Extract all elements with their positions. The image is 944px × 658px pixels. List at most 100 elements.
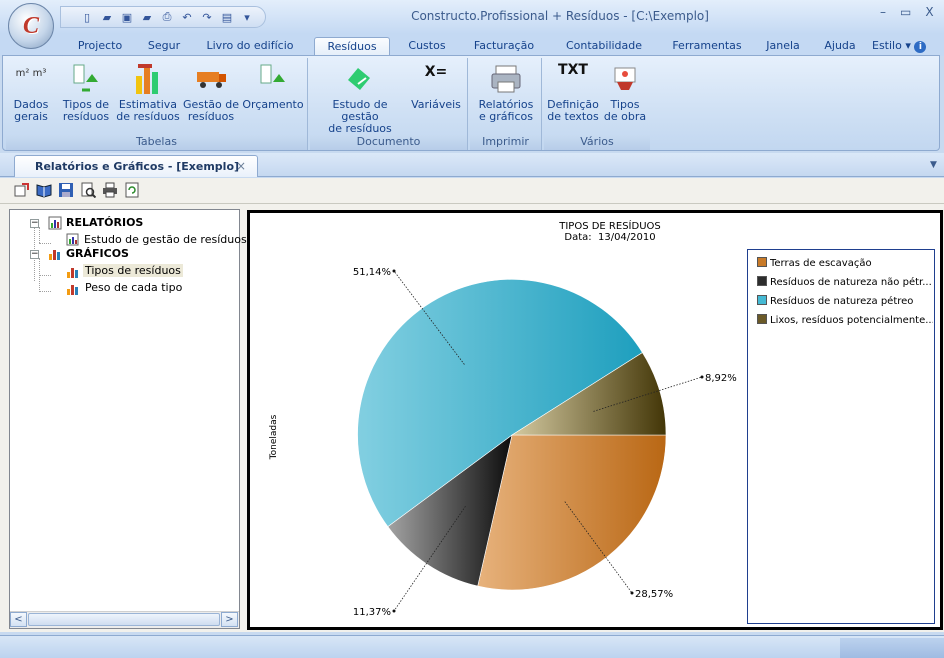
scroll-right-button[interactable]: > xyxy=(221,612,238,627)
scroll-thumb[interactable] xyxy=(28,613,220,626)
document-tab[interactable]: Relatórios e Gráficos - [Exemplo] xyxy=(14,155,258,177)
collapse-reports-icon[interactable]: − xyxy=(30,219,39,228)
tree-charts-node[interactable]: GRÁFICOS xyxy=(66,247,129,260)
definicao-de-textos-button[interactable]: TXT Definição de textos xyxy=(546,62,600,123)
tab-livro-do-edificio[interactable]: Livro do edifício xyxy=(200,37,300,56)
ribbon-group-tabelas: m² m³ Dados gerais Tipos de resíduos Estim… xyxy=(6,58,308,150)
pie-chart: 28,57% 11,37% 51,14% 8,92% xyxy=(353,267,737,618)
print-preview-icon[interactable] xyxy=(80,182,96,198)
close-tab-icon[interactable]: × xyxy=(236,159,246,173)
tree-chart-item-tipos[interactable]: Tipos de resíduos xyxy=(83,264,183,277)
legend-label: Resíduos de natureza pétreo xyxy=(770,296,914,307)
slice-lixos-label-dot xyxy=(700,375,704,379)
tree-chart-item-peso[interactable]: Peso de cada tipo xyxy=(85,281,182,294)
style-menu[interactable]: Estilo ▾ i xyxy=(872,37,936,56)
tipos-de-obra-label-2: de obra xyxy=(603,110,647,123)
refresh-icon[interactable] xyxy=(124,182,140,198)
tab-segur[interactable]: Segur xyxy=(140,37,188,56)
customize-toolbar-icon[interactable]: ▾ xyxy=(239,9,255,25)
scroll-left-button[interactable]: < xyxy=(10,612,27,627)
estudo-label-1: Estudo de gestão xyxy=(332,98,388,123)
undo-icon[interactable]: ↶ xyxy=(179,9,195,25)
tab-contabilidade[interactable]: Contabilidade xyxy=(554,37,654,56)
properties-icon[interactable] xyxy=(14,182,30,198)
variables-icon-label: X= xyxy=(424,64,448,80)
new-document-icon[interactable]: ▯ xyxy=(79,9,95,25)
tree-guide-line xyxy=(39,291,51,292)
group-label-tabelas: Tabelas xyxy=(6,135,307,150)
orcamento-button[interactable]: Orçamento xyxy=(242,62,304,111)
tree-reports-node[interactable]: RELATÓRIOS xyxy=(66,216,143,229)
variables-icon: X= xyxy=(418,62,454,96)
legend-swatch xyxy=(757,276,767,286)
status-bar-panel xyxy=(840,638,944,658)
tab-ferramentas[interactable]: Ferramentas xyxy=(664,37,750,56)
tipos-de-residuos-label-2: resíduos xyxy=(62,110,110,123)
close-button[interactable]: X xyxy=(925,5,933,19)
legend-item-terras: Terras de escavação xyxy=(757,257,933,269)
printer-icon xyxy=(491,65,521,93)
status-bar xyxy=(0,635,944,658)
definicao-label-2: de textos xyxy=(547,110,599,123)
dados-gerais-label-2: gerais xyxy=(14,110,48,123)
truck-icon xyxy=(197,72,226,88)
open-book-icon[interactable] xyxy=(36,182,52,198)
slice-terras-label-dot xyxy=(630,591,634,595)
text-definition-icon: TXT xyxy=(555,62,591,96)
report-document-icon xyxy=(66,233,79,246)
print-icon[interactable]: ⎙ xyxy=(159,9,175,25)
bar-chart-icon xyxy=(67,285,78,295)
orcamento-label: Orçamento xyxy=(242,98,304,111)
style-menu-label: Estilo xyxy=(872,39,902,52)
dados-gerais-button[interactable]: m² m³ Dados gerais xyxy=(6,62,56,123)
recycle-document-icon xyxy=(348,68,370,90)
minimize-button[interactable]: – xyxy=(880,5,886,19)
legend-label: Lixos, resíduos potencialmente... xyxy=(770,315,933,326)
estudo-de-gestao-button[interactable]: Estudo de gestão de resíduos xyxy=(314,62,406,135)
tab-ajuda[interactable]: Ajuda xyxy=(818,37,862,56)
tab-custos[interactable]: Custos xyxy=(398,37,456,56)
ribbon-group-varios: TXT Definição de textos Tipos de obra Vári… xyxy=(544,58,650,150)
window-controls: – ▭ X xyxy=(880,5,934,19)
slice-nao-petreo-label-dot xyxy=(392,609,396,613)
legend-item-nao-petreo: Resíduos de natureza não pétr... xyxy=(757,276,933,288)
ribbon-group-imprimir: Relatórios e gráficos Imprimir xyxy=(470,58,542,150)
save-icon[interactable] xyxy=(58,182,74,198)
folder-icon[interactable]: ▰ xyxy=(139,9,155,25)
construction-site-icon xyxy=(614,67,636,90)
tab-facturacao[interactable]: Facturação xyxy=(466,37,542,56)
help-icon[interactable]: i xyxy=(914,41,927,53)
slice-petreo-data-label: 51,14% xyxy=(353,267,391,278)
slice-petreo-label-dot xyxy=(392,269,396,273)
save-icon[interactable]: ▣ xyxy=(119,9,135,25)
relatorios-e-graficos-button[interactable]: Relatórios e gráficos xyxy=(474,62,538,123)
tipos-de-obra-button[interactable]: Tipos de obra xyxy=(602,62,648,123)
tipos-de-residuos-button[interactable]: Tipos de resíduos xyxy=(58,62,114,123)
collapse-charts-icon[interactable]: − xyxy=(30,250,39,259)
variaveis-button[interactable]: X= Variáveis xyxy=(408,62,464,111)
gestao-de-residuos-button[interactable]: Gestão de resíduos xyxy=(182,62,240,123)
maximize-button[interactable]: ▭ xyxy=(900,5,911,19)
slice-lixos-data-label: 8,92% xyxy=(705,373,737,384)
preview-icon[interactable]: ▤ xyxy=(219,9,235,25)
window-title: Constructo.Profissional + Resíduos - [C:… xyxy=(411,9,709,23)
redo-icon[interactable]: ↷ xyxy=(199,9,215,25)
slice-nao-petreo-data-label: 11,37% xyxy=(353,607,391,618)
chart-folder-icon xyxy=(49,250,60,260)
bar-chart-icon xyxy=(67,268,78,278)
tab-janela[interactable]: Janela xyxy=(758,37,808,56)
tree-report-item[interactable]: Estudo de gestão de resíduos xyxy=(84,233,247,246)
quick-access-toolbar: ▯ ▰ ▣ ▰ ⎙ ↶ ↷ ▤ ▾ xyxy=(60,6,266,28)
open-folder-icon[interactable]: ▰ xyxy=(99,9,115,25)
group-label-imprimir: Imprimir xyxy=(470,135,541,150)
estimativa-de-residuos-button[interactable]: Estimativa de resíduos xyxy=(116,62,180,123)
legend-swatch xyxy=(757,295,767,305)
bar-chart-icon xyxy=(136,64,158,94)
print-icon[interactable] xyxy=(102,182,118,198)
tab-list-dropdown-icon[interactable]: ▼ xyxy=(930,160,937,170)
legend-item-lixos: Lixos, resíduos potencialmente... xyxy=(757,314,933,326)
application-button[interactable]: C xyxy=(8,3,54,49)
tab-projecto[interactable]: Projecto xyxy=(72,37,128,56)
tab-residuos[interactable]: Resíduos xyxy=(314,37,390,56)
legend-item-petreo: Resíduos de natureza pétreo xyxy=(757,295,933,307)
